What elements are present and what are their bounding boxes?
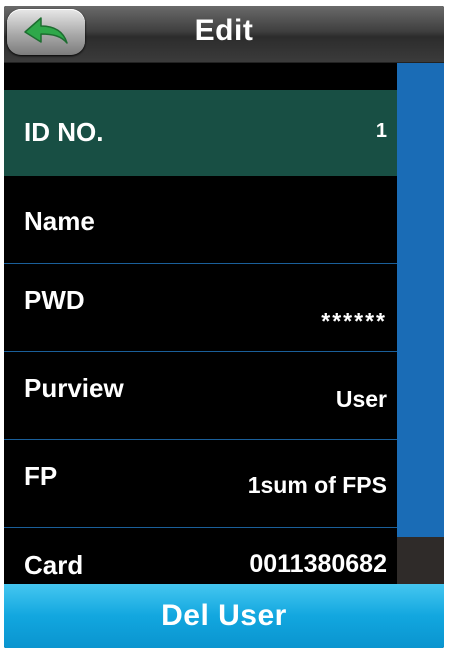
field-label: FP: [24, 461, 58, 491]
back-arrow-icon: [21, 15, 71, 49]
field-value: ******: [321, 308, 387, 334]
field-row-name[interactable]: Name: [4, 176, 397, 264]
del-user-button[interactable]: Del User: [4, 584, 444, 648]
field-label: Purview: [24, 373, 124, 403]
field-value: User: [335, 386, 387, 412]
field-row-id-no[interactable]: ID NO. 1: [4, 90, 397, 176]
scrollbar[interactable]: [397, 63, 444, 611]
page-title: Edit: [194, 14, 254, 47]
field-label: Name: [24, 206, 95, 236]
field-row-fp[interactable]: FP 1sum of FPS: [4, 440, 397, 528]
title-bar: Edit: [4, 6, 444, 63]
field-label: ID NO.: [24, 117, 104, 147]
field-row-pwd[interactable]: PWD ******: [4, 264, 397, 352]
field-value: 1: [375, 120, 387, 142]
device-screen: Edit ID NO. 1 Name PWD ****** Purview Us…: [4, 6, 444, 648]
field-label: Card: [24, 550, 84, 580]
field-list: ID NO. 1 Name PWD ****** Purview User FP…: [4, 90, 397, 615]
field-row-purview[interactable]: Purview User: [4, 352, 397, 440]
field-value: 1sum of FPS: [247, 472, 387, 498]
field-label: PWD: [24, 285, 85, 315]
field-value: 0011380682: [249, 550, 387, 578]
back-button[interactable]: [7, 9, 85, 55]
scrollbar-thumb[interactable]: [397, 63, 444, 537]
